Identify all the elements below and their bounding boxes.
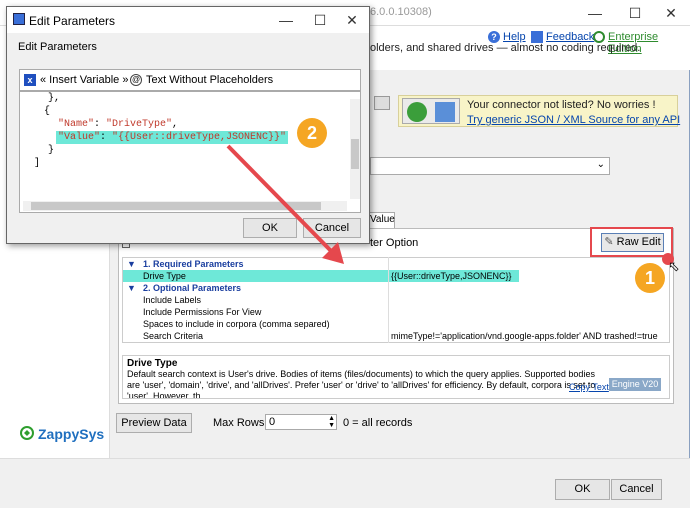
annotation-arrow (226, 144, 344, 264)
step-badge-1: 1 (635, 263, 665, 293)
cursor-icon: ⬁ (668, 258, 680, 274)
step-badge-2: 2 (297, 118, 327, 148)
